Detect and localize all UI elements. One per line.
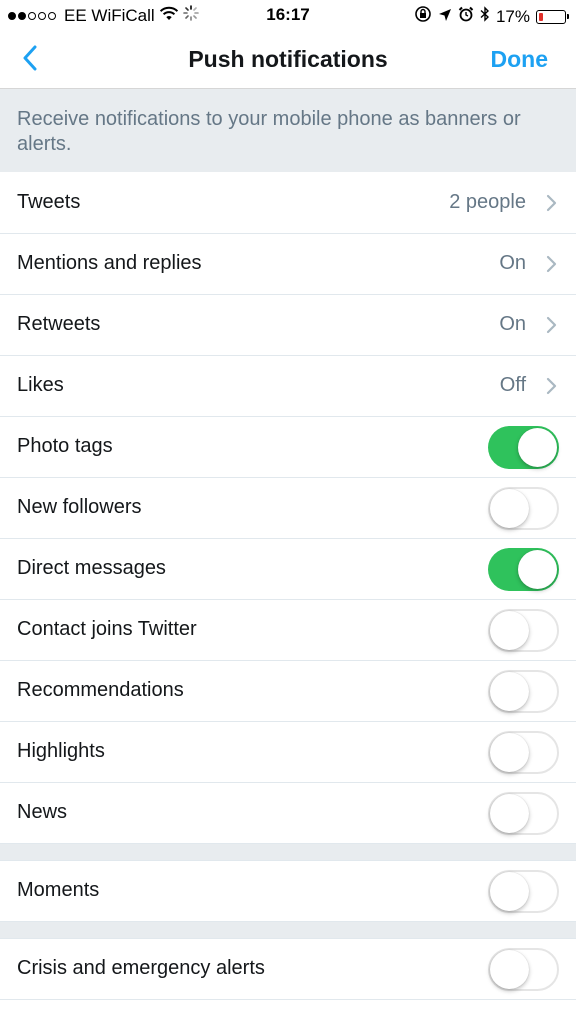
description-text: Receive notifications to your mobile pho… — [0, 89, 576, 172]
toggle-knob — [518, 428, 557, 467]
toggle-contact-joins-twitter[interactable] — [488, 609, 559, 652]
row-label: Tweets — [17, 191, 81, 213]
toggle-knob — [490, 489, 529, 528]
toggle-moments[interactable] — [488, 870, 559, 913]
settings-row-highlights: Highlights — [0, 722, 576, 783]
crisis-section: Crisis and emergency alerts — [0, 939, 576, 1000]
rotation-lock-icon — [414, 5, 432, 28]
section-divider — [0, 922, 576, 939]
settings-list: Tweets 2 people Mentions and replies On Retw… — [0, 173, 576, 1000]
settings-row-news: News — [0, 783, 576, 844]
settings-row-likes[interactable]: Likes Off — [0, 356, 576, 417]
row-label: News — [17, 801, 68, 823]
row-label: Likes — [17, 374, 64, 396]
bluetooth-icon — [480, 6, 490, 27]
settings-row-photo-tags: Photo tags — [0, 417, 576, 478]
toggle-direct-messages[interactable] — [488, 548, 559, 591]
toggle-new-followers[interactable] — [488, 487, 559, 530]
location-arrow-icon — [438, 7, 452, 27]
row-label: Highlights — [17, 740, 105, 762]
notification-rows: Tweets 2 people Mentions and replies On Retw… — [0, 173, 576, 844]
settings-row-tweets[interactable]: Tweets 2 people — [0, 173, 576, 234]
section-divider — [0, 844, 576, 861]
row-value: On — [499, 252, 526, 274]
row-label: Crisis and emergency alerts — [17, 957, 265, 979]
row-label: New followers — [17, 496, 142, 518]
status-right: 17% — [414, 5, 569, 28]
toggle-knob — [490, 672, 529, 711]
toggle-crisis-and-emergency-alerts[interactable] — [488, 948, 559, 991]
chevron-right-icon — [546, 255, 558, 273]
row-label: Contact joins Twitter — [17, 618, 197, 640]
done-button[interactable]: Done — [491, 46, 549, 73]
settings-row-retweets[interactable]: Retweets On — [0, 295, 576, 356]
navigation-bar: Push notifications Done — [0, 32, 576, 89]
moments-section: Moments — [0, 861, 576, 922]
toggle-knob — [518, 550, 557, 589]
row-label: Direct messages — [17, 557, 166, 579]
toggle-knob — [490, 950, 529, 989]
row-label: Retweets — [17, 313, 101, 335]
row-value: Off — [499, 374, 526, 396]
row-label: Recommendations — [17, 679, 184, 701]
settings-row-direct-messages: Direct messages — [0, 539, 576, 600]
toggle-photo-tags[interactable] — [488, 426, 559, 469]
toggle-highlights[interactable] — [488, 731, 559, 774]
status-bar: EE WiFiCall 16:17 17% — [0, 0, 576, 32]
row-label: Mentions and replies — [17, 252, 202, 274]
row-value: On — [499, 313, 526, 335]
settings-row-new-followers: New followers — [0, 478, 576, 539]
battery-icon — [536, 9, 569, 24]
row-value: 2 people — [449, 191, 526, 213]
alarm-icon — [458, 6, 474, 27]
toggle-knob — [490, 733, 529, 772]
settings-row-contact-joins-twitter: Contact joins Twitter — [0, 600, 576, 661]
settings-row-crisis-and-emergency-alerts: Crisis and emergency alerts — [0, 939, 576, 1000]
toggle-news[interactable] — [488, 792, 559, 835]
settings-row-recommendations: Recommendations — [0, 661, 576, 722]
chevron-right-icon — [546, 316, 558, 334]
toggle-recommendations[interactable] — [488, 670, 559, 713]
settings-row-mentions-and-replies[interactable]: Mentions and replies On — [0, 234, 576, 295]
battery-percent: 17% — [495, 6, 530, 26]
toggle-knob — [490, 872, 529, 911]
chevron-right-icon — [546, 194, 558, 212]
toggle-knob — [490, 794, 529, 833]
settings-row-moments: Moments — [0, 861, 576, 922]
chevron-right-icon — [546, 377, 558, 395]
row-label: Photo tags — [17, 435, 113, 457]
toggle-knob — [490, 611, 529, 650]
row-label: Moments — [17, 879, 100, 901]
